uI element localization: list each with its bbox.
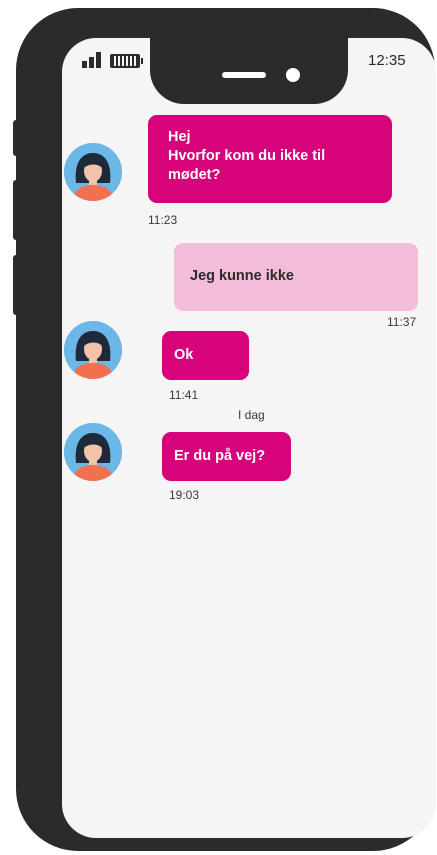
battery-icon xyxy=(110,54,143,68)
message-bubble-outgoing[interactable]: Jeg kunne ikke xyxy=(174,243,418,311)
speaker-grille xyxy=(222,72,266,78)
message-text: Jeg kunne ikke xyxy=(190,268,294,284)
message-line: mødet? xyxy=(168,167,221,183)
message-text: Ok xyxy=(174,347,194,363)
message-bubble-incoming[interactable]: Er du på vej? xyxy=(162,432,291,481)
message-timestamp: 11:23 xyxy=(148,213,178,227)
message-line: Hej xyxy=(168,129,191,145)
contact-avatar[interactable] xyxy=(64,321,122,379)
phone-screen: 12:35 Hej Hvorfor kom du ikke til mødet?… xyxy=(62,38,436,838)
day-divider: I dag xyxy=(238,408,265,422)
message-timestamp: 11:37 xyxy=(387,315,417,329)
signal-icon xyxy=(82,52,102,68)
message-timestamp: 11:41 xyxy=(169,388,199,402)
message-bubble-incoming[interactable]: Hej Hvorfor kom du ikke til mødet? xyxy=(148,115,392,203)
message-bubble-incoming[interactable]: Ok xyxy=(162,331,249,380)
front-camera xyxy=(286,68,300,82)
contact-avatar[interactable] xyxy=(64,423,122,481)
message-line: Hvorfor kom du ikke til xyxy=(168,148,326,164)
woman-avatar-icon xyxy=(64,423,122,481)
woman-avatar-icon xyxy=(64,321,122,379)
woman-avatar-icon xyxy=(64,143,122,201)
phone-notch xyxy=(150,38,348,104)
status-time: 12:35 xyxy=(368,52,406,69)
message-text: Er du på vej? xyxy=(174,448,266,464)
message-timestamp: 19:03 xyxy=(169,488,200,502)
contact-avatar[interactable] xyxy=(64,143,122,201)
phone-frame: 12:35 Hej Hvorfor kom du ikke til mødet?… xyxy=(16,8,436,851)
